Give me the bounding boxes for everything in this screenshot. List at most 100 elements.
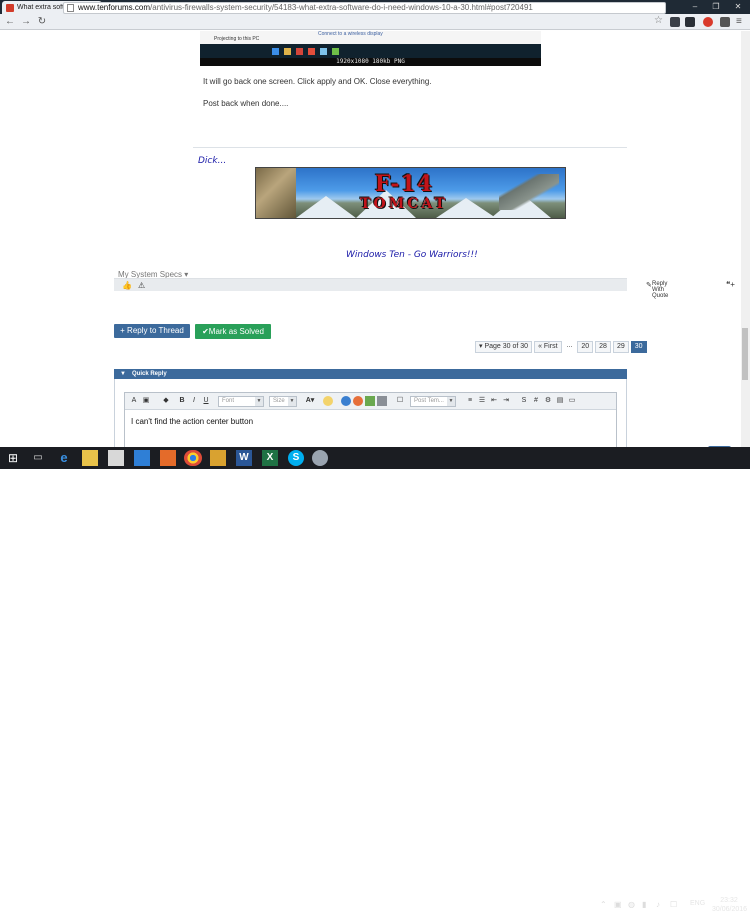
skype-icon[interactable]: S bbox=[288, 450, 304, 466]
paste-icon[interactable]: ▣ bbox=[141, 396, 151, 406]
folder-icon[interactable] bbox=[210, 450, 226, 466]
page-link[interactable]: 20 bbox=[577, 341, 594, 353]
html-code-icon[interactable]: ▤ bbox=[555, 396, 565, 406]
italic-icon[interactable]: I bbox=[189, 396, 199, 406]
multi-quote-icon[interactable]: ❝+ bbox=[726, 280, 735, 289]
reply-quote-icon[interactable]: ✎ bbox=[646, 281, 652, 289]
outdent-icon[interactable]: ⇤ bbox=[489, 396, 499, 406]
url-path: /antivirus-firewalls-system-security/541… bbox=[150, 3, 533, 12]
screenshot-app-icon bbox=[320, 48, 327, 55]
screenshot-dimensions: 1920x1080 180kb PNG bbox=[200, 58, 541, 66]
bold-icon[interactable]: B bbox=[177, 396, 187, 406]
pager-ellipsis: ... bbox=[566, 342, 573, 349]
edge-browser-icon[interactable]: e bbox=[56, 450, 72, 466]
reply-to-thread-button[interactable]: + Reply to Thread bbox=[114, 324, 190, 338]
php-code-icon[interactable]: ⚙ bbox=[543, 396, 553, 406]
font-select[interactable]: Font ▼ bbox=[218, 396, 264, 407]
clock-time: 23:32 bbox=[720, 897, 738, 904]
unlink-icon[interactable] bbox=[353, 396, 363, 406]
notifications-icon[interactable]: ☐ bbox=[670, 900, 677, 909]
reply-text[interactable]: I can't find the action center button bbox=[131, 417, 253, 426]
page-link[interactable]: 29 bbox=[612, 341, 629, 353]
first-page-label: First bbox=[543, 343, 558, 350]
mark-as-solved-button[interactable]: ✔Mark as Solved bbox=[195, 324, 271, 339]
switch-mode-icon[interactable]: ◆ bbox=[161, 396, 171, 406]
extension-icon[interactable] bbox=[685, 17, 695, 27]
strikethrough-icon[interactable]: S bbox=[519, 396, 529, 406]
extension-icon[interactable] bbox=[720, 17, 730, 27]
signature-tagline: Windows Ten - Go Warriors!!! bbox=[346, 250, 478, 260]
close-window-button[interactable]: ✕ bbox=[727, 0, 749, 14]
smilies-icon[interactable] bbox=[323, 396, 333, 406]
back-arrow-icon[interactable]: ← bbox=[4, 16, 16, 28]
minimize-button[interactable]: – bbox=[684, 0, 706, 14]
underline-icon[interactable]: U bbox=[201, 396, 211, 406]
screenshot-caption: Projecting to this PC bbox=[214, 36, 260, 42]
post-screenshot-image[interactable]: Projecting to this PC Connect to a wirel… bbox=[200, 31, 541, 66]
report-warning-icon[interactable]: ⚠ bbox=[138, 281, 145, 290]
excel-icon[interactable]: X bbox=[262, 450, 278, 466]
insert-image-icon[interactable] bbox=[365, 396, 375, 406]
quote-bubble-icon[interactable]: ☐ bbox=[395, 396, 405, 406]
chevron-down-icon: ▼ bbox=[447, 397, 455, 406]
start-windows-icon[interactable]: ⊞ bbox=[5, 450, 21, 466]
reload-icon[interactable]: ↻ bbox=[36, 16, 48, 28]
page-content: Projecting to this PC Connect to a wirel… bbox=[0, 31, 740, 447]
insert-video-icon[interactable] bbox=[377, 396, 387, 406]
extension-icon[interactable] bbox=[670, 17, 680, 27]
page-count-dropdown[interactable]: ▾ Page 30 of 30 bbox=[475, 341, 533, 353]
tray-expand-icon[interactable]: ⌃ bbox=[600, 900, 607, 909]
indent-icon[interactable]: ⇥ bbox=[501, 396, 511, 406]
page-scrollbar[interactable] bbox=[741, 31, 750, 447]
media-app-icon[interactable] bbox=[160, 450, 176, 466]
post-template-select[interactable]: Post Tem... ▼ bbox=[410, 396, 456, 407]
quick-reply-title: Quick Reply bbox=[132, 371, 167, 377]
reply-editor[interactable]: A ▣ ◆ B I U Font ▼ Size ▼ A▾ ☐ Post Tem...… bbox=[124, 392, 617, 447]
remove-format-icon[interactable]: A bbox=[129, 396, 139, 406]
task-view-icon[interactable]: ▭ bbox=[30, 450, 46, 466]
first-page-link[interactable]: « First bbox=[534, 341, 562, 353]
collapse-toggle-icon[interactable]: ▼ bbox=[120, 369, 126, 379]
tray-app-icon[interactable]: ▣ bbox=[614, 900, 622, 909]
app-icon[interactable] bbox=[312, 450, 328, 466]
mail-icon[interactable] bbox=[134, 450, 150, 466]
page-info-icon[interactable] bbox=[67, 4, 74, 12]
text-color-icon[interactable]: A▾ bbox=[305, 396, 315, 406]
quick-reply-header[interactable]: ▼ Quick Reply bbox=[114, 369, 627, 379]
ordered-list-icon[interactable]: ≡ bbox=[465, 396, 475, 406]
volume-icon[interactable]: ♪ bbox=[656, 900, 660, 909]
unordered-list-icon[interactable]: ☰ bbox=[477, 396, 487, 406]
clock[interactable]: 23:32 30/06/2016 bbox=[712, 896, 748, 914]
menu-icon[interactable]: ≡ bbox=[736, 17, 746, 27]
bookmark-star-icon[interactable]: ☆ bbox=[654, 15, 663, 26]
page-link[interactable]: 28 bbox=[595, 341, 611, 353]
network-icon[interactable]: ▮ bbox=[642, 900, 646, 909]
forward-arrow-icon[interactable]: → bbox=[20, 16, 32, 28]
tray-app-icon[interactable]: ◍ bbox=[628, 900, 635, 909]
language-indicator[interactable]: ENG bbox=[690, 900, 705, 907]
size-select[interactable]: Size ▼ bbox=[269, 396, 297, 407]
maximize-button[interactable]: ❐ bbox=[705, 0, 727, 14]
scrollbar-thumb[interactable] bbox=[742, 328, 748, 380]
hashtag-icon[interactable]: # bbox=[531, 396, 541, 406]
reply-with-quote-link[interactable]: Reply With Quote bbox=[652, 281, 668, 299]
browser-toolbar: ← → ↻ bbox=[0, 14, 750, 30]
word-icon[interactable]: W bbox=[236, 450, 252, 466]
store-icon[interactable] bbox=[108, 450, 124, 466]
like-icon[interactable]: 👍 bbox=[122, 281, 132, 290]
clock-date: 30/06/2016 bbox=[712, 906, 748, 913]
chrome-icon[interactable] bbox=[184, 450, 202, 466]
insert-link-icon[interactable] bbox=[341, 396, 351, 406]
current-page: 30 bbox=[630, 341, 647, 353]
chevron-down-icon: ▼ bbox=[255, 397, 263, 406]
post-action-bar: 👍 ⚠ ✎ Reply With Quote ❝+ bbox=[114, 278, 735, 299]
post-template-value: Post Tem... bbox=[414, 398, 444, 404]
font-select-value: Font bbox=[222, 398, 235, 404]
file-explorer-icon[interactable] bbox=[82, 450, 98, 466]
mark-as-solved-label: Mark as Solved bbox=[208, 327, 264, 336]
address-bar[interactable]: www.tenforums.com/antivirus-firewalls-sy… bbox=[63, 2, 666, 14]
adblock-extension-icon[interactable] bbox=[703, 17, 713, 27]
screenshot-link: Connect to a wireless display bbox=[318, 31, 383, 37]
banner-jet-image bbox=[499, 174, 559, 210]
code-block-icon[interactable]: ▭ bbox=[567, 396, 577, 406]
